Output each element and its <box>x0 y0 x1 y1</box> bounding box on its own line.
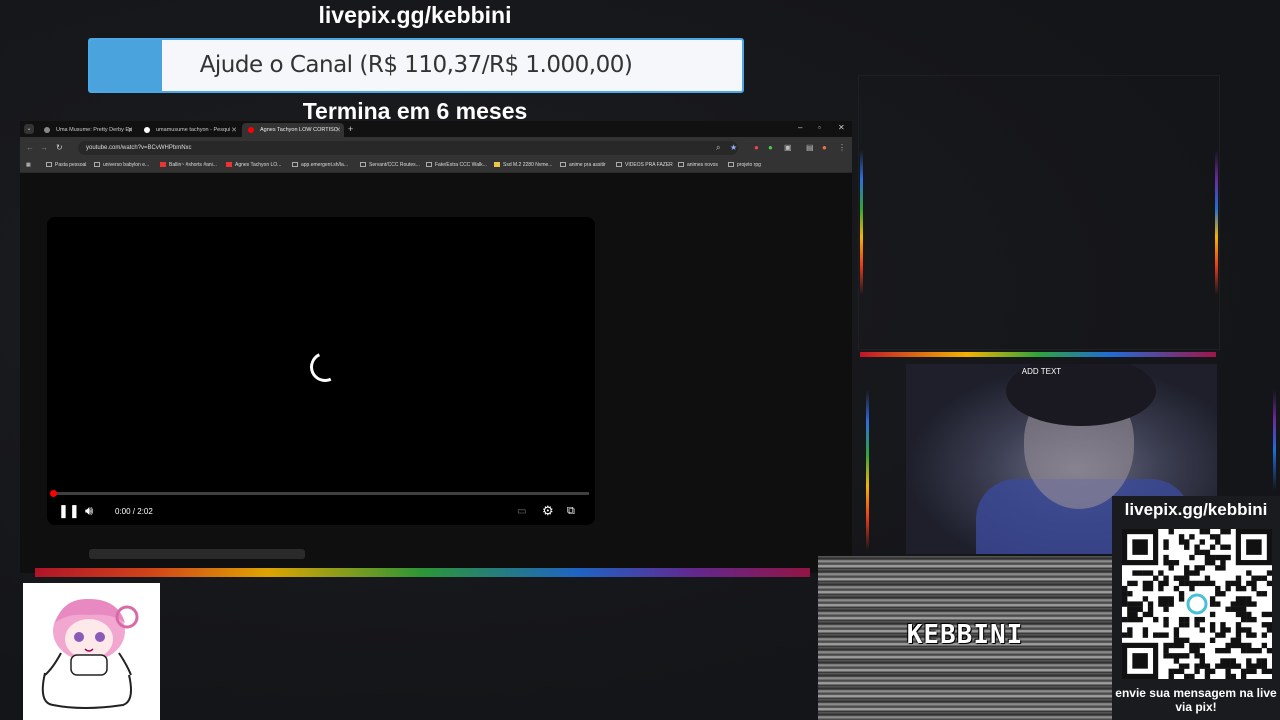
browser-window: ⌄ Uma Musume: Pretty Derby Ep ✕ umamusum… <box>20 121 852 573</box>
bookmark-item[interactable]: Agnes Tachyon LO... <box>226 162 281 168</box>
side-glow <box>866 390 869 550</box>
stream-overlay: livepix.gg/kebbini Ajude o Canal (R$ 110… <box>0 0 1280 720</box>
profile-avatar-icon[interactable]: ● <box>822 143 827 152</box>
side-glow <box>1215 150 1218 295</box>
folder-icon <box>678 162 684 167</box>
close-icon[interactable]: ✕ <box>335 126 341 134</box>
donation-url: livepix.gg/kebbini <box>318 2 512 28</box>
chibi-character-icon <box>41 598 139 709</box>
link-icon <box>426 162 432 167</box>
bookmark-item[interactable]: Fate/Extra CCC Walk... <box>426 162 487 168</box>
apps-grid-icon[interactable]: ▦ <box>26 162 31 168</box>
tab-favicon-icon <box>44 127 50 133</box>
tab-agnes-tachyon[interactable]: Agnes Tachyon LOW CORTISO ✕ <box>242 123 344 137</box>
extension-icon[interactable]: ● <box>768 143 773 152</box>
window-close-icon[interactable]: ✕ <box>838 123 845 132</box>
donation-goal-text: Ajude o Canal (R$ 110,37/R$ 1.000,00) <box>199 52 633 78</box>
forward-icon[interactable]: → <box>40 143 48 152</box>
address-bar[interactable]: youtube.com/watch?v=BCvWHPbmNxc <box>78 141 738 155</box>
maximize-icon[interactable]: ▫ <box>818 123 821 132</box>
back-icon[interactable]: ← <box>26 143 34 152</box>
folder-icon <box>46 162 52 167</box>
qr-call-to-action: envie sua mensagem na live via pix! <box>1115 686 1277 714</box>
folder-icon <box>560 162 566 167</box>
tab-search-icon[interactable]: ⌄ <box>24 124 34 134</box>
youtube-icon <box>248 127 254 133</box>
new-tab-icon[interactable]: + <box>348 124 353 134</box>
close-icon[interactable]: ✕ <box>127 126 133 134</box>
streamer-name: KEBBINI <box>906 620 1024 650</box>
side-glow <box>860 150 863 295</box>
tab-bar: ⌄ Uma Musume: Pretty Derby Ep ✕ umamusum… <box>20 121 852 137</box>
bookmark-item[interactable]: Ssd M.2 2280 Nvme... <box>494 162 552 168</box>
bookmark-item[interactable]: projeto rpg <box>728 162 761 168</box>
webcam-overlay-text: ADD TEXT <box>1021 367 1062 376</box>
minimize-icon[interactable]: – <box>798 123 802 132</box>
close-icon[interactable]: ✕ <box>231 126 237 134</box>
video-time: 0:00 / 2:02 <box>115 507 153 516</box>
video-progress-bar[interactable] <box>50 490 589 497</box>
bookmark-item[interactable]: Servant/CCC Routes... <box>360 162 420 168</box>
google-icon <box>144 127 150 133</box>
volume-icon[interactable]: 🔊︎ <box>85 503 93 519</box>
extension-icon[interactable]: ● <box>754 143 759 152</box>
link-icon <box>292 162 298 167</box>
scrubber-handle[interactable] <box>50 490 57 497</box>
extensions-puzzle-icon[interactable]: ▣ <box>784 143 792 152</box>
qr-url: livepix.gg/kebbini <box>1124 500 1268 519</box>
zoom-icon[interactable]: ⌕ <box>716 143 720 153</box>
tab-umamusume-search[interactable]: umamusume tachyon - Pesqui ✕ <box>138 123 240 137</box>
qr-code-icon <box>1122 529 1273 680</box>
miniplayer-icon[interactable]: ⧉ <box>567 505 575 518</box>
browser-toolbar: ← → ↻ youtube.com/watch?v=BCvWHPbmNxc ⌕ … <box>20 137 852 159</box>
tab-uma-musume[interactable]: Uma Musume: Pretty Derby Ep ✕ <box>38 123 136 137</box>
pix-qr-panel: livepix.gg/kebbini envie sua mensagem na… <box>1112 496 1280 720</box>
page-content: ❚❚ 🔊︎ 0:00 / 2:02 ▭ ⚙ ⧉ <box>20 173 852 573</box>
youtube-icon <box>160 162 166 167</box>
bookmark-item[interactable]: Pasta pessoal <box>46 162 86 168</box>
link-icon <box>360 162 366 167</box>
loading-spinner-icon <box>305 347 345 387</box>
bookmark-star-icon[interactable]: ★ <box>730 143 737 152</box>
webcam-top-rainbow <box>860 352 1216 357</box>
anime-girl-sticker <box>23 583 160 720</box>
link-icon <box>494 162 500 167</box>
subtitles-icon[interactable]: ▭ <box>517 506 526 517</box>
bookmark-item[interactable]: anime pra assitir <box>560 162 606 168</box>
reload-icon[interactable]: ↻ <box>56 143 63 152</box>
rainbow-divider <box>35 568 810 577</box>
youtube-icon <box>226 162 232 167</box>
folder-icon <box>728 162 734 167</box>
qr-code <box>1122 529 1273 680</box>
bookmark-item[interactable]: universo babylon e... <box>94 162 149 168</box>
title-placeholder <box>89 549 305 559</box>
pause-icon[interactable]: ❚❚ <box>58 503 80 519</box>
bookmark-item[interactable]: app.emergent.sh/la... <box>292 162 348 168</box>
folder-icon <box>616 162 622 167</box>
bookmark-item[interactable]: VIDEOS PRA FAZER <box>616 162 673 168</box>
empty-frame <box>858 75 1220 350</box>
donation-goal-bar: Ajude o Canal (R$ 110,37/R$ 1.000,00) <box>88 38 744 93</box>
side-glow <box>1273 390 1276 490</box>
bookmarks-bar: ▦ Pasta pessoal universo babylon e... Ba… <box>20 159 852 173</box>
sidebar-icon[interactable]: ▤ <box>806 143 814 152</box>
bookmark-item[interactable]: Ballin~ #shorts #ani... <box>160 162 217 168</box>
video-player[interactable]: ❚❚ 🔊︎ 0:00 / 2:02 ▭ ⚙ ⧉ <box>47 217 595 525</box>
menu-dots-icon[interactable]: ⋮ <box>838 143 846 152</box>
folder-icon <box>94 162 100 167</box>
bookmark-item[interactable]: animes novos <box>678 162 718 168</box>
settings-gear-icon[interactable]: ⚙ <box>542 503 554 519</box>
